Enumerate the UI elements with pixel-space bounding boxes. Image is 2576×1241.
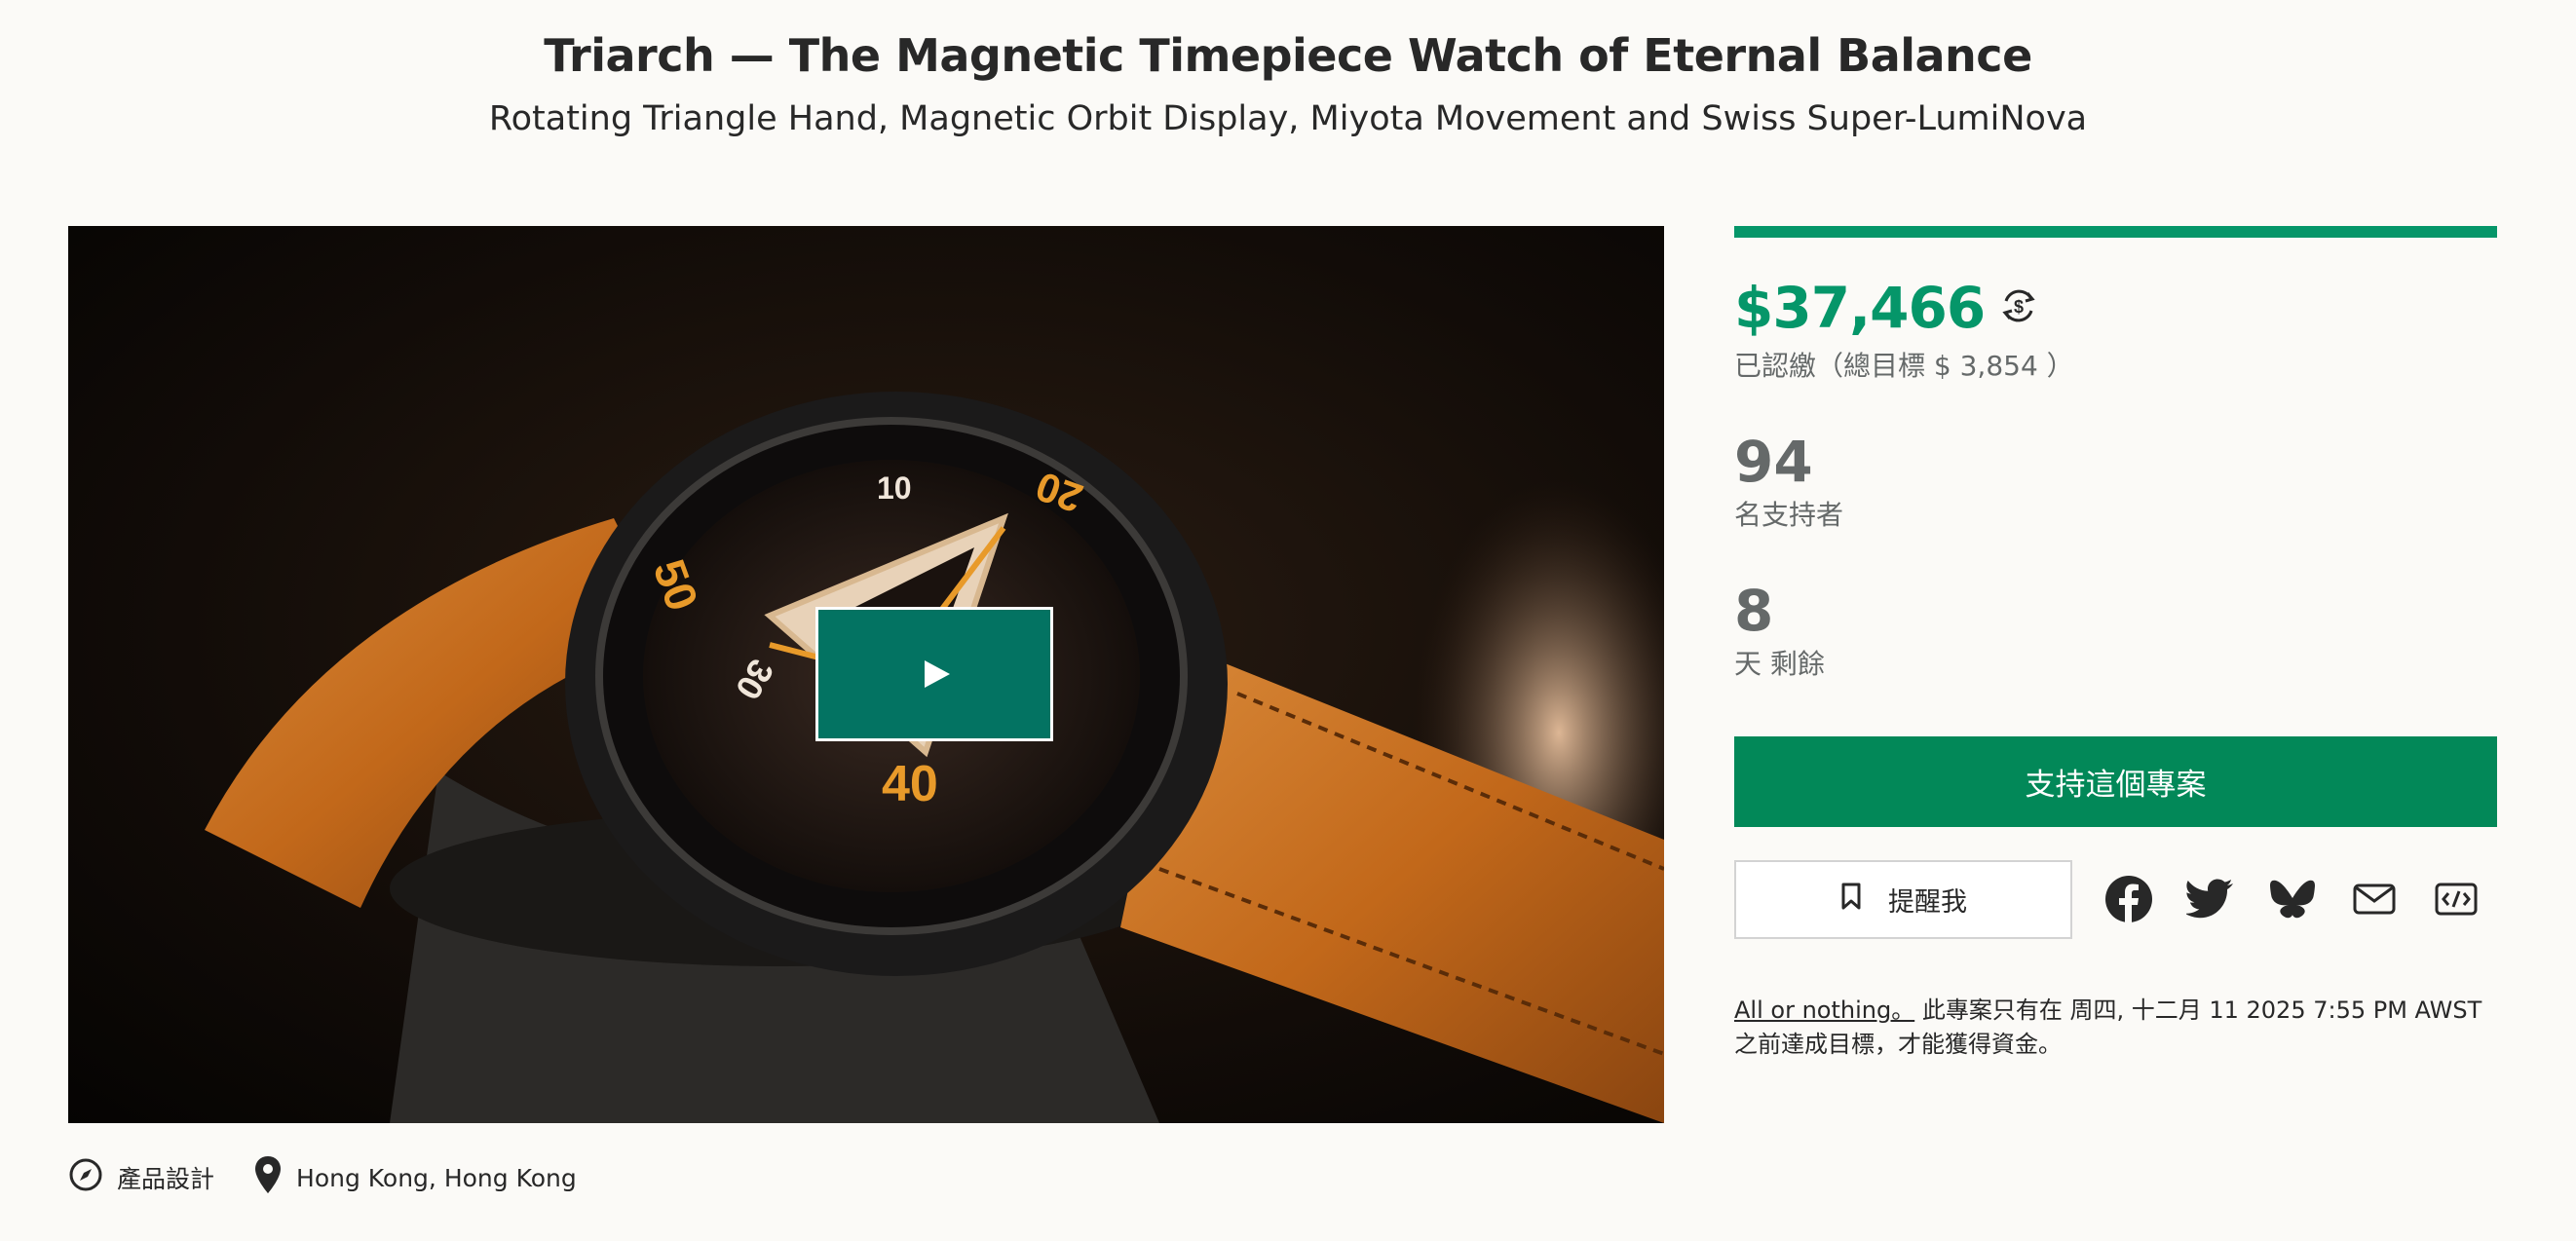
funding-progress-bar [1734, 226, 2497, 238]
action-row: 提醒我 [1734, 859, 2497, 939]
play-icon [925, 660, 950, 688]
facebook-icon[interactable] [2088, 870, 2170, 928]
project-video[interactable]: 50 10 20 30 40 [68, 226, 1664, 1123]
email-icon[interactable] [2333, 870, 2415, 928]
project-meta: 產品設計 Hong Kong, Hong Kong [68, 1154, 577, 1201]
goal-text: 已認繳（總目標 $ 3,854 ） [1734, 350, 2074, 382]
all-or-nothing-link[interactable]: All or nothing。 [1734, 997, 1914, 1024]
category-label: 產品設計 [117, 1165, 215, 1193]
pledged-amount: $37,466 [1734, 275, 1986, 341]
funding-progress-fill [1734, 226, 2497, 238]
compass-icon [68, 1157, 103, 1198]
days-left-count: 8 [1734, 577, 1774, 644]
project-title: Triarch — The Magnetic Timepiece Watch o… [544, 29, 2032, 82]
backers-label: 名支持者 [1734, 498, 1844, 531]
days-left-label: 天 剩餘 [1734, 647, 1825, 680]
svg-text:$: $ [2014, 297, 2024, 317]
funding-terms: All or nothing。 此專案只有在 周四, 十二月 11 2025 7… [1734, 994, 2497, 1062]
project-subtitle: Rotating Triangle Hand, Magnetic Orbit D… [488, 99, 2088, 138]
bookmark-icon [1839, 882, 1863, 918]
share-links [2088, 870, 2497, 928]
dial-number: 40 [882, 756, 938, 812]
backers-count: 94 [1734, 429, 1813, 495]
map-pin-icon [253, 1154, 283, 1201]
location-link[interactable]: Hong Kong, Hong Kong [253, 1154, 577, 1201]
bluesky-icon[interactable] [2252, 870, 2333, 928]
back-this-project-button[interactable]: 支持這個專案 [1734, 735, 2497, 827]
location-label: Hong Kong, Hong Kong [296, 1163, 577, 1192]
embed-icon[interactable] [2415, 870, 2497, 928]
twitter-icon[interactable] [2170, 870, 2252, 928]
campaign-panel: $37,466 $ 已認繳（總目標 $ 3,854 ） 94 名支持者 8 天 … [1734, 226, 2497, 1062]
category-link[interactable]: 產品設計 [68, 1157, 214, 1198]
currency-convert-icon[interactable]: $ [1998, 285, 2039, 330]
dial-number: 10 [877, 470, 912, 506]
play-button[interactable] [815, 607, 1053, 741]
remind-me-label: 提醒我 [1888, 886, 1967, 918]
remind-me-button[interactable]: 提醒我 [1734, 859, 2072, 939]
